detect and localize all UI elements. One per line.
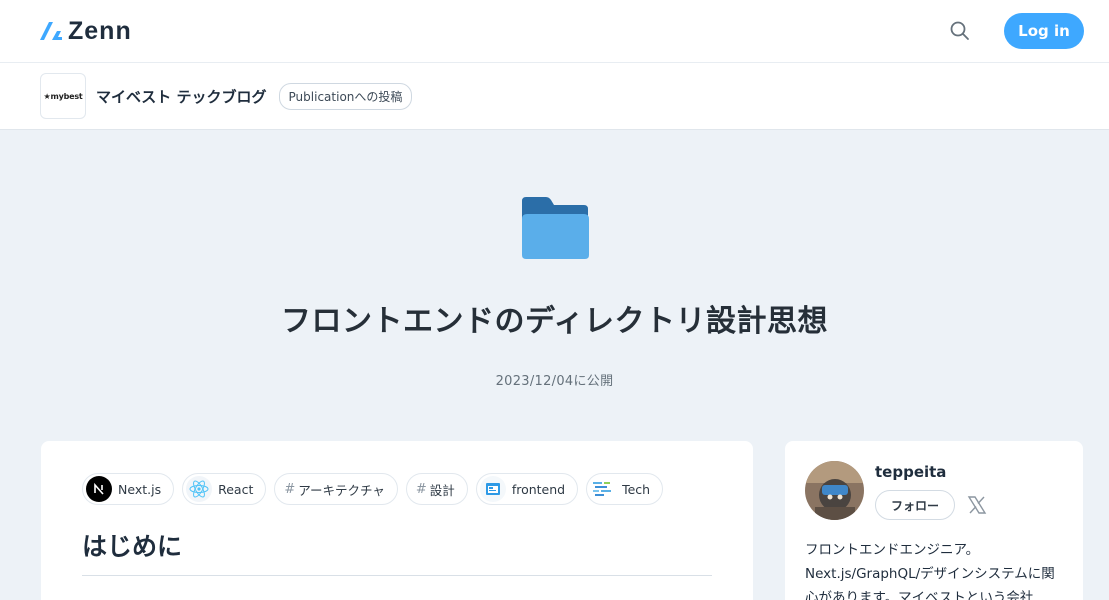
tag-label: アーキテクチャ [298, 482, 385, 498]
tag-label: Tech [622, 481, 651, 497]
section-heading: はじめに [82, 527, 712, 576]
bio-line: フロントエンドエンジニア。 [805, 542, 980, 558]
bio-line: Next.js/GraphQL/デザインシステムに関 [805, 566, 1055, 582]
publication-bar: ★mybest マイベスト テックブログ Publicationへの投稿 [0, 63, 1109, 130]
tag-frontend[interactable]: frontend [475, 473, 579, 505]
publication-badge: Publicationへの投稿 [278, 82, 413, 110]
article-title: フロントエンドのディレクトリ設計思想 [281, 304, 828, 339]
tag-tech[interactable]: Tech [586, 473, 664, 505]
logo-text: Zenn [68, 16, 132, 45]
author-avatar[interactable] [805, 461, 864, 520]
publication-avatar[interactable]: ★mybest [40, 73, 86, 119]
hash-icon: # [284, 481, 296, 497]
tag-architecture[interactable]: # アーキテクチャ [274, 473, 398, 505]
tech-icon [590, 476, 617, 502]
zenn-logo[interactable]: Zenn [40, 17, 132, 46]
bio-line: 心があります。マイベストという会社 [805, 590, 1034, 600]
frontend-icon [479, 476, 506, 502]
tag-list: Next.js React # アーキテクチャ # 設計 frontend Te… [82, 473, 712, 505]
article-hero: フロントエンドのディレクトリ設計思想 2023/12/04に公開 [0, 130, 1109, 441]
publication-logo-text: ★mybest [43, 91, 83, 101]
tag-react[interactable]: React [182, 473, 267, 505]
tag-label: frontend [511, 481, 566, 497]
x-twitter-icon[interactable] [967, 495, 987, 515]
folder-emoji-icon [521, 197, 589, 259]
tag-nextjs[interactable]: Next.js [82, 473, 175, 505]
hash-icon: # [415, 481, 427, 497]
article-body: Next.js React # アーキテクチャ # 設計 frontend Te… [41, 441, 753, 600]
publish-date: 2023/12/04に公開 [495, 374, 614, 389]
author-card: teppeita フォロー フロントエンドエンジニア。 Next.js/Grap… [785, 441, 1083, 600]
search-icon [950, 21, 969, 40]
react-icon [186, 476, 213, 502]
login-button[interactable]: Log in [1004, 13, 1084, 49]
tag-label: 設計 [429, 482, 455, 498]
tag-label: React [218, 481, 254, 497]
author-name[interactable]: teppeita [875, 463, 987, 481]
zenn-logo-mark-icon [40, 22, 62, 40]
site-header: Zenn Log in [0, 0, 1109, 63]
author-bio: フロントエンドエンジニア。 Next.js/GraphQL/デザインシステムに関… [805, 538, 1063, 600]
follow-button[interactable]: フォロー [875, 490, 956, 520]
tag-design[interactable]: # 設計 [405, 473, 468, 505]
tag-label: Next.js [118, 481, 162, 497]
publication-name[interactable]: マイベスト テックブログ [96, 86, 267, 107]
search-button[interactable] [940, 11, 980, 51]
nextjs-icon [86, 476, 112, 502]
